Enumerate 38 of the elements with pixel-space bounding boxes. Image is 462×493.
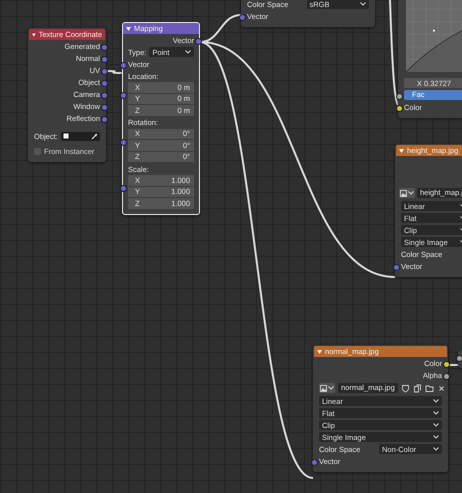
input-socket[interactable] [120, 92, 127, 99]
image-icon [320, 384, 327, 392]
checkbox[interactable] [34, 148, 41, 154]
shield-icon[interactable] [400, 384, 410, 392]
close-icon[interactable] [436, 384, 446, 392]
output-socket[interactable] [443, 372, 450, 380]
image-browse-button[interactable] [319, 383, 335, 393]
input-socket[interactable] [311, 458, 318, 466]
copy-icon[interactable] [412, 384, 422, 392]
object-field[interactable] [60, 132, 100, 140]
input-socket[interactable] [396, 104, 403, 112]
collapse-arrow-icon[interactable] [32, 32, 36, 36]
output-socket[interactable] [443, 360, 450, 368]
eyedropper-icon[interactable] [91, 132, 98, 140]
collapse-arrow-icon[interactable] [126, 26, 131, 30]
input-socket[interactable] [239, 14, 246, 20]
input-socket[interactable] [396, 92, 403, 100]
caret-icon [433, 423, 439, 427]
image-browse-button[interactable] [399, 188, 415, 198]
caret-icon [360, 2, 366, 6]
caret-icon [408, 191, 414, 195]
input-socket[interactable] [120, 138, 127, 146]
collapse-arrow-icon[interactable] [317, 350, 322, 354]
folder-icon[interactable] [424, 384, 434, 392]
caret-icon [433, 411, 439, 415]
caret-icon [433, 399, 439, 403]
caret-icon [185, 50, 191, 54]
input-socket[interactable] [120, 62, 127, 68]
image-icon [400, 190, 407, 196]
input-socket[interactable] [393, 264, 400, 270]
object-icon [62, 133, 69, 139]
caret-icon [433, 447, 439, 451]
input-socket[interactable] [120, 185, 127, 192]
node-link [106, 70, 122, 74]
input-socket[interactable] [456, 354, 462, 362]
caret-icon [433, 435, 439, 439]
caret-icon [328, 386, 334, 390]
collapse-arrow-icon[interactable] [399, 148, 404, 152]
